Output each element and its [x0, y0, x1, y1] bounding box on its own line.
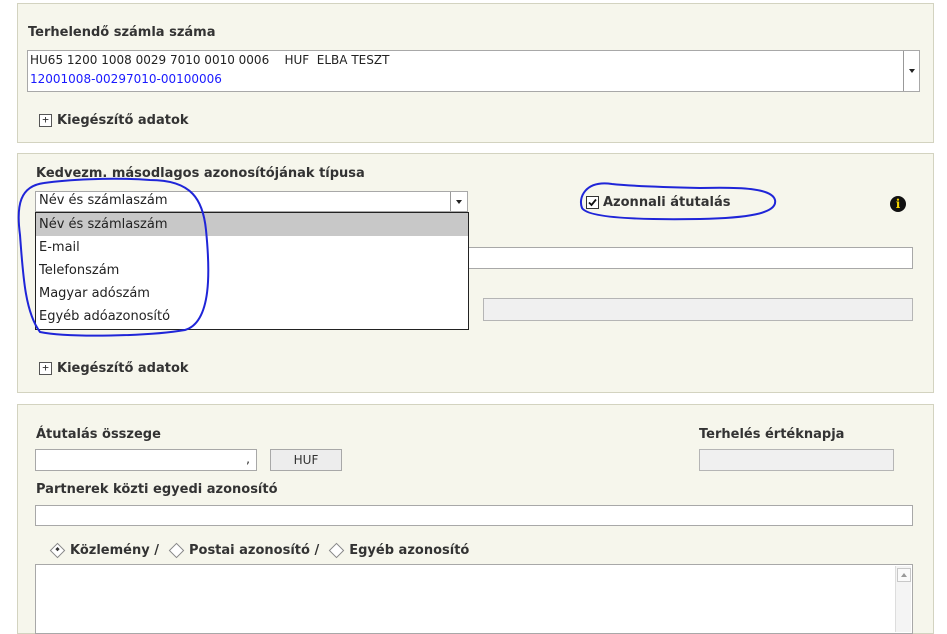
instant-transfer-checkbox[interactable] [586, 196, 599, 209]
textarea-scrollbar[interactable] [895, 566, 911, 632]
debit-extra-label: Kiegészítő adatok [57, 113, 189, 128]
scroll-up-icon[interactable] [896, 568, 911, 582]
beneficiary-account-field [483, 298, 913, 321]
beneficiary-id-type-select[interactable]: Név és számlaszám [35, 191, 468, 212]
amount-input[interactable]: , [35, 449, 257, 471]
beneficiary-id-type-dropdown-button[interactable] [450, 192, 467, 211]
chevron-down-icon [456, 199, 462, 204]
listbox-option[interactable]: E-mail [36, 236, 468, 259]
debit-account-iban: HU65 1200 1008 0029 7010 0010 0006 HUF E… [30, 53, 390, 67]
amount-decimal-separator: , [246, 452, 250, 466]
radio-option-kozlemeny[interactable]: Közlemény / [49, 542, 159, 559]
radio-label: Egyéb azonosító [349, 543, 470, 558]
debit-account-dropdown-button[interactable] [903, 51, 919, 91]
beneficiary-id-type-value: Név és számlaszám [39, 193, 168, 208]
listbox-option[interactable]: Magyar adószám [36, 282, 468, 305]
partner-id-label: Partnerek közti egyedi azonosító [36, 482, 278, 497]
debit-account-number: 12001008-00297010-00100006 [30, 72, 222, 86]
partner-id-input[interactable] [35, 505, 913, 526]
debit-account-select[interactable]: HU65 1200 1008 0029 7010 0010 0006 HUF E… [27, 50, 920, 92]
plus-icon: + [39, 114, 52, 127]
chevron-down-icon [908, 69, 915, 73]
diamond-radio-icon [168, 542, 185, 559]
beneficiary-id-type-label: Kedvezm. másodlagos azonosítójának típus… [36, 166, 365, 181]
radio-label: Közlemény / [70, 543, 159, 558]
radio-label: Postai azonosító / [188, 543, 320, 558]
beneficiary-extra-expander[interactable]: + Kiegészítő adatok [39, 361, 189, 376]
message-type-radio-group: Közlemény / Postai azonosító / Egyéb azo… [49, 542, 470, 559]
info-icon[interactable]: i [890, 196, 906, 212]
diamond-radio-selected-icon [49, 542, 66, 559]
instant-transfer-checkbox-group[interactable]: Azonnali átutalás [586, 195, 730, 210]
listbox-option[interactable]: Egyéb adóazonosító [36, 305, 468, 328]
radio-option-postai[interactable]: Postai azonosító / [168, 542, 320, 559]
currency-badge: HUF [270, 449, 342, 471]
instant-transfer-label: Azonnali átutalás [603, 195, 731, 210]
diamond-radio-icon [328, 542, 345, 559]
debit-account-label: Terhelendő számla száma [28, 25, 216, 40]
checkmark-icon [588, 198, 597, 207]
amount-label: Átutalás összege [36, 427, 161, 442]
beneficiary-id-type-listbox[interactable]: Név és számlaszám E-mail Telefonszám Mag… [35, 212, 469, 330]
message-textarea[interactable] [35, 564, 913, 634]
beneficiary-name-field[interactable] [468, 247, 913, 269]
value-date-label: Terhelés értéknapja [699, 427, 845, 442]
beneficiary-extra-label: Kiegészítő adatok [57, 361, 189, 376]
listbox-option[interactable]: Telefonszám [36, 259, 468, 282]
radio-option-egyeb[interactable]: Egyéb azonosító [328, 542, 470, 559]
debit-extra-expander[interactable]: + Kiegészítő adatok [39, 113, 189, 128]
plus-icon: + [39, 362, 52, 375]
listbox-option[interactable]: Név és számlaszám [36, 213, 468, 236]
value-date-field [699, 449, 894, 471]
